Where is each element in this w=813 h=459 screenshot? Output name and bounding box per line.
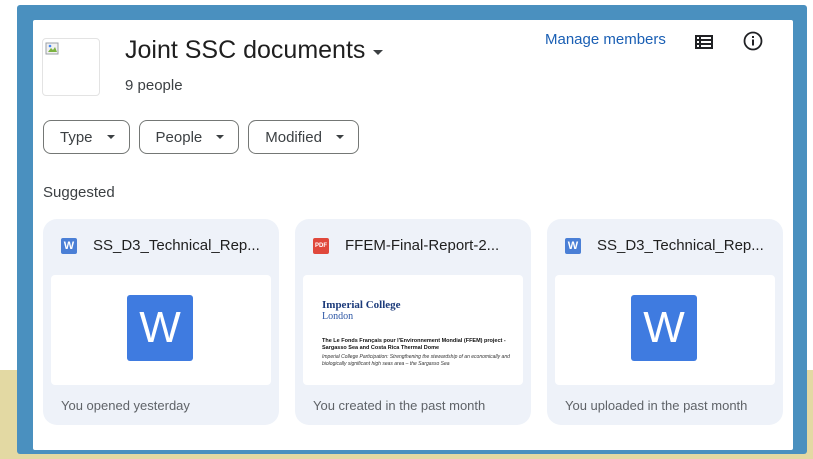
broken-image-icon (45, 42, 59, 55)
page-title: Joint SSC documents (125, 36, 366, 64)
group-title-dropdown[interactable]: Joint SSC documents (125, 36, 384, 65)
card-header: PDF FFEM-Final-Report-2... (313, 237, 499, 254)
drive-group-panel: Joint SSC documents 9 people Manage memb… (33, 20, 793, 450)
file-card[interactable]: PDF FFEM-Final-Report-2... Imperial Coll… (295, 219, 531, 425)
people-count: 9 people (125, 77, 183, 94)
preview-heading: The Le Fonds Français pour l'Environneme… (322, 338, 506, 351)
card-header: W SS_D3_Technical_Rep... (565, 237, 764, 254)
preview-subtext: Imperial College Participation: Strength… (322, 354, 510, 367)
file-name: FFEM-Final-Report-2... (345, 237, 500, 254)
word-file-icon: W (61, 237, 77, 254)
suggested-heading: Suggested (43, 184, 115, 201)
chevron-down-icon (216, 135, 225, 139)
suggested-cards: W SS_D3_Technical_Rep... W You opened ye… (43, 219, 783, 425)
chip-label: People (155, 128, 203, 146)
chevron-down-icon (106, 135, 115, 139)
list-view-icon (695, 35, 713, 49)
word-logo-icon: W (127, 295, 193, 361)
preview-org-city: London (322, 311, 354, 322)
file-name: SS_D3_Technical_Rep... (93, 237, 260, 254)
list-view-button[interactable] (691, 30, 717, 54)
card-activity: You uploaded in the past month (565, 398, 748, 413)
file-card[interactable]: W SS_D3_Technical_Rep... W You uploaded … (547, 219, 783, 425)
chevron-down-icon (373, 49, 384, 55)
file-card[interactable]: W SS_D3_Technical_Rep... W You opened ye… (43, 219, 279, 425)
preview-org-name: Imperial College (322, 299, 401, 311)
manage-members-link[interactable]: Manage members (545, 31, 666, 48)
chevron-down-icon (335, 135, 344, 139)
pdf-file-icon: PDF (313, 237, 329, 254)
card-header: W SS_D3_Technical_Rep... (61, 237, 260, 254)
card-activity: You opened yesterday (61, 398, 190, 413)
people-filter-chip[interactable]: People (138, 120, 240, 154)
info-button[interactable] (741, 29, 765, 53)
type-filter-chip[interactable]: Type (43, 120, 130, 154)
filter-chips: Type People Modified (43, 120, 359, 154)
pdf-preview-content: Imperial College London The Le Fonds Fra… (322, 299, 512, 367)
group-avatar (42, 38, 100, 96)
chip-label: Type (60, 128, 93, 146)
word-logo-icon: W (631, 295, 697, 361)
info-icon (743, 31, 763, 51)
file-preview: W (555, 275, 775, 385)
modified-filter-chip[interactable]: Modified (248, 120, 359, 154)
card-activity: You created in the past month (313, 398, 486, 413)
chip-label: Modified (265, 128, 322, 146)
file-preview: W (51, 275, 271, 385)
file-preview: Imperial College London The Le Fonds Fra… (303, 275, 523, 385)
word-file-icon: W (565, 237, 581, 254)
file-name: SS_D3_Technical_Rep... (597, 237, 764, 254)
